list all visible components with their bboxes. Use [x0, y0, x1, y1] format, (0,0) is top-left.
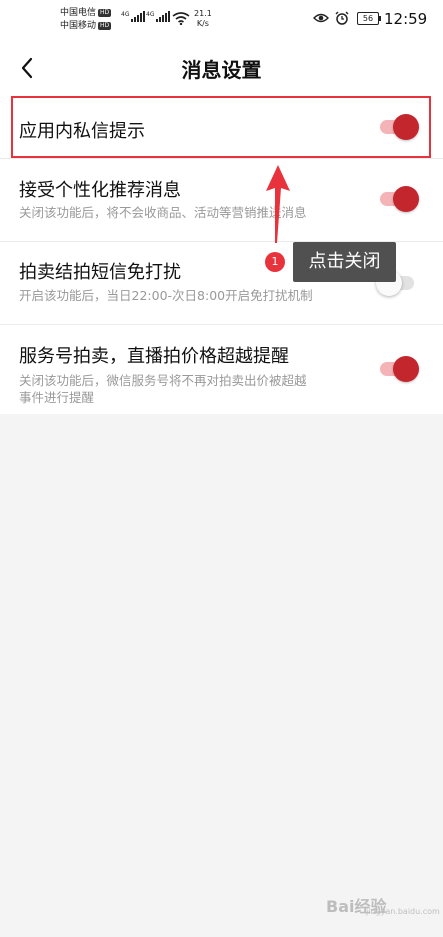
battery-indicator: 56	[357, 12, 381, 25]
carrier-2-label: 中国移动	[60, 21, 97, 31]
speed-value: 21.1	[194, 9, 212, 18]
screen: 中国电信 HD 中国移动 HD 4G 4G 21.1 K/s 56 12:59 …	[0, 0, 443, 937]
signal-icon: 4G	[121, 11, 146, 22]
annotation-tooltip: 点击关闭	[293, 242, 396, 282]
setting-description: 开启该功能后，当日22:00-次日8:00开启免打扰机制	[19, 288, 313, 303]
hd-badge: HD	[98, 21, 112, 30]
carrier-1-label: 中国电信	[60, 8, 97, 18]
carrier-info: 中国电信 HD 中国移动 HD	[60, 7, 112, 33]
baidu-watermark: Bai经验 jingyan.baidu.com	[326, 885, 440, 917]
setting-description: 关闭该功能后，微信服务号将不再对拍卖出价被超越 事件进行提醒	[19, 373, 307, 405]
eye-icon	[313, 13, 329, 23]
page-title: 消息设置	[181, 58, 262, 82]
status-bar: 中国电信 HD 中国移动 HD 4G 4G 21.1 K/s 56 12:59	[0, 0, 443, 40]
arrow-up-icon	[266, 165, 290, 243]
signal-icon: 4G	[146, 11, 171, 22]
setting-title: 服务号拍卖，直播拍价格超越提醒	[19, 346, 289, 367]
wifi-icon	[172, 12, 190, 25]
toggle-price-exceeded-reminder[interactable]	[380, 355, 420, 383]
setting-row-personalized-recommendation: 接受个性化推荐消息 关闭该功能后，将不会收商品、活动等营销推送消息	[0, 159, 443, 241]
speed-unit: K/s	[196, 19, 209, 28]
highlight-box	[11, 96, 431, 158]
nav-header: 消息设置	[0, 40, 443, 96]
alarm-icon	[335, 11, 349, 25]
step-number-badge: 1	[265, 252, 285, 272]
status-time: 12:59	[384, 10, 428, 28]
setting-title: 拍卖结拍短信免打扰	[19, 262, 181, 283]
toggle-personalized-recommendation[interactable]	[380, 185, 420, 213]
network-type: 4G	[121, 11, 130, 18]
hd-badge: HD	[98, 8, 112, 17]
setting-row-price-exceeded-reminder: 服务号拍卖，直播拍价格超越提醒 关闭该功能后，微信服务号将不再对拍卖出价被超越 …	[0, 325, 443, 414]
setting-title: 接受个性化推荐消息	[19, 180, 181, 201]
network-type: 4G	[146, 11, 155, 18]
network-speed: 21.1 K/s	[194, 9, 212, 29]
watermark-sub: jingyan.baidu.com	[366, 907, 440, 916]
